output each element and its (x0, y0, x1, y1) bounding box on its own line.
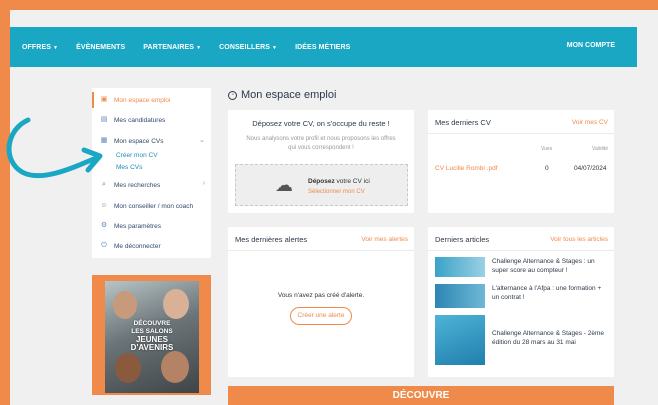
sidebar-sub-creer-cv[interactable]: Créer mon CV (116, 152, 158, 159)
see-cvs-link[interactable]: Voir mes CV (572, 119, 608, 126)
sidebar-item-deconnecter[interactable]: ⏻ Me déconnecter (92, 238, 211, 254)
col-views: Vues (541, 146, 553, 152)
nav-partenaires[interactable]: PARTENAIRES ▼ (143, 44, 201, 51)
promo-title: DÉCOUVRE LES SALONS JEUNES D'AVENIRS (130, 320, 174, 352)
nav-conseillers[interactable]: CONSEILLERS ▼ (219, 44, 277, 51)
latest-articles-card: Derniers articles Voir tous les articles… (428, 227, 614, 377)
upload-description: Nous analysons votre profil et nous prop… (246, 136, 396, 151)
nav-idees-metiers[interactable]: IDÉES MÉTIERS (295, 44, 350, 51)
cv-file-link[interactable]: CV Lucille Rombi .pdf (435, 165, 498, 172)
chevron-down-icon: ▼ (53, 44, 59, 51)
nav-mon-compte[interactable]: MON COMPTE (567, 42, 615, 49)
cv-views: 0 (545, 165, 549, 172)
nav-evenements[interactable]: ÉVÈNEMENTS (76, 44, 125, 51)
chevron-down-icon: ▼ (272, 44, 278, 51)
chevron-down-icon: ⌄ (199, 137, 205, 144)
power-icon: ⏻ (101, 242, 107, 249)
article-thumbnail (435, 257, 485, 277)
upload-title: Déposez votre CV, on s'occupe du reste ! (252, 119, 390, 128)
cloud-upload-icon: ☁ (275, 175, 293, 195)
cv-dropzone[interactable]: ☁ Déposez votre CV ici Sélectionner mon … (235, 164, 408, 206)
article-item[interactable]: Challenge Alternance & Stages : un super… (435, 257, 607, 279)
col-validity: Validité (592, 146, 609, 152)
gear-icon: ⚙ (100, 222, 108, 229)
articles-title: Derniers articles (435, 235, 490, 244)
latest-alerts-card: Mes dernières alertes Voir mes alertes V… (228, 227, 414, 377)
sidebar-sub-mes-cvs[interactable]: Mes CVs (116, 164, 142, 171)
sidebar-item-parametres[interactable]: ⚙ Mes paramètres (92, 218, 211, 234)
discover-banner[interactable]: DÉCOUVRE (228, 386, 614, 405)
article-item[interactable]: Challenge Alternance & Stages - 2ème édi… (435, 315, 607, 365)
dashboard-icon: ◔ (228, 90, 237, 100)
see-alerts-link[interactable]: Voir mes alertes (361, 236, 408, 243)
cvs-title: Mes derniers CV (435, 118, 491, 127)
nav-offres[interactable]: OFFRES ▼ (22, 44, 58, 51)
latest-cvs-card: Mes derniers CV Voir mes CV Vues Validit… (428, 110, 614, 213)
article-thumbnail (435, 315, 485, 365)
create-alert-button[interactable]: Créer une alerte (290, 307, 352, 325)
article-item[interactable]: L'alternance à l'Afpa : une formation + … (435, 284, 607, 308)
alerts-title: Mes dernières alertes (235, 235, 308, 244)
top-navbar: OFFRES ▼ ÉVÈNEMENTS PARTENAIRES ▼ CONSEILL… (10, 27, 637, 67)
page-title: ◔ Mon espace emploi (228, 89, 336, 101)
curved-arrow-icon (6, 117, 103, 179)
briefcase-icon: ▣ (100, 96, 108, 103)
chevron-right-icon: › (202, 180, 205, 187)
no-alerts-text: Vous n'avez pas créé d'alerte. (277, 292, 365, 299)
users-icon: ☺ (100, 202, 108, 209)
select-cv-link[interactable]: Sélectionner mon CV (308, 189, 365, 195)
chevron-down-icon: ▼ (196, 44, 202, 51)
see-articles-link[interactable]: Voir tous les articles (550, 236, 608, 243)
promo-salons-banner[interactable]: DÉCOUVRE LES SALONS JEUNES D'AVENIRS (92, 275, 211, 395)
sidebar-item-espace-emploi[interactable]: ▣ Mon espace emploi (92, 92, 211, 108)
article-thumbnail (435, 284, 485, 308)
upload-cv-card: Déposez votre CV, on s'occupe du reste !… (228, 110, 414, 213)
cv-date: 04/07/2024 (574, 165, 607, 172)
